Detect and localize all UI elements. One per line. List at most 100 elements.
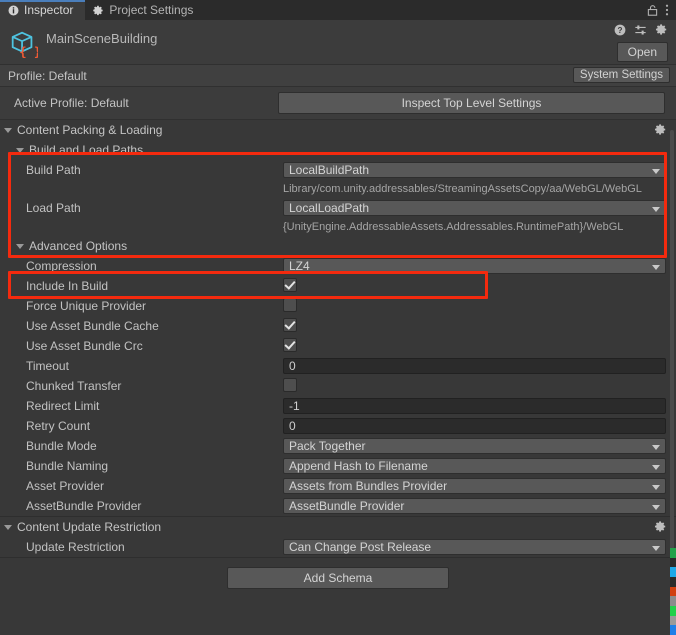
gear-icon[interactable] [655, 23, 668, 36]
bundle-naming-label: Bundle Naming [26, 459, 109, 473]
chevron-down-icon [4, 127, 12, 133]
bundle-mode-label: Bundle Mode [26, 439, 97, 453]
vertical-scrollbar[interactable] [670, 130, 674, 600]
use-asset-bundle-crc-field [283, 338, 666, 354]
content-packing-title: Content Packing & Loading [17, 123, 163, 137]
retry-count-input[interactable]: 0 [283, 418, 666, 434]
update-restriction-label: Update Restriction [26, 540, 125, 554]
lock-icon[interactable] [647, 4, 658, 16]
assetbundle-provider-label: AssetBundle Provider [26, 499, 142, 513]
profile-label: Profile: Default [8, 68, 87, 83]
update-restriction-field: Can Change Post Release [283, 539, 666, 555]
gear-icon[interactable] [654, 520, 667, 533]
row-asset-provider: Asset Provider Assets from Bundles Provid… [0, 476, 676, 496]
build-path-resolved: Library/com.unity.addressables/Streaming… [0, 180, 676, 198]
edge-color-segment [670, 548, 676, 558]
edge-color-segment [670, 586, 676, 597]
window-controls [647, 0, 676, 20]
edge-color-segment [670, 567, 676, 577]
foldout-build-and-load-paths[interactable]: Build and Load Paths [0, 140, 676, 160]
timeout-label: Timeout [26, 359, 69, 373]
include-in-build-field [283, 278, 666, 294]
svg-text:?: ? [618, 26, 623, 35]
info-icon [8, 5, 19, 16]
tab-inspector[interactable]: Inspector [0, 0, 86, 20]
help-icon[interactable]: ? [614, 24, 626, 36]
force-unique-provider-label: Force Unique Provider [26, 299, 147, 313]
bundle-naming-dropdown[interactable]: Append Hash to Filename [283, 458, 666, 474]
row-build-path: Build Path LocalBuildPath [0, 160, 676, 180]
force-unique-provider-checkbox[interactable] [283, 298, 297, 312]
retry-count-label: Retry Count [26, 419, 91, 433]
chevron-down-icon [16, 147, 24, 153]
inspector-window: Inspector Project Settings {MainSceneBu… [0, 0, 676, 635]
tab-project-settings-label: Project Settings [109, 3, 194, 17]
tab-project-settings[interactable]: Project Settings [85, 0, 206, 20]
redirect-limit-input[interactable]: -1 [283, 398, 666, 414]
asset-provider-dropdown[interactable]: Assets from Bundles Provider [283, 478, 666, 494]
assetbundle-provider-field: AssetBundle Provider [283, 498, 666, 514]
advanced-options-title: Advanced Options [29, 239, 128, 253]
gear-icon [93, 5, 104, 16]
chevron-down-icon [652, 485, 660, 490]
include-in-build-label: Include In Build [26, 279, 109, 293]
edge-color-segment [670, 596, 676, 606]
chevron-down-icon [652, 505, 660, 510]
assetbundle-provider-value: AssetBundle Provider [289, 499, 405, 513]
build-path-label: Build Path [26, 163, 81, 177]
use-asset-bundle-cache-checkbox[interactable] [283, 318, 297, 332]
chunked-transfer-checkbox[interactable] [283, 378, 297, 392]
row-timeout: Timeout 0 [0, 356, 676, 376]
system-settings-button[interactable]: System Settings [572, 67, 670, 83]
bundle-naming-field: Append Hash to Filename [283, 458, 666, 474]
open-button[interactable]: Open [616, 42, 668, 62]
chunked-transfer-field [283, 378, 666, 394]
timeout-input[interactable]: 0 [283, 358, 666, 374]
foldout-advanced-options[interactable]: Advanced Options [0, 236, 676, 256]
foldout-content-update-restriction[interactable]: Content Update Restriction [0, 517, 676, 537]
row-use-asset-bundle-crc: Use Asset Bundle Crc [0, 336, 676, 356]
addressable-group-cube-icon: { } [8, 28, 38, 58]
row-use-asset-bundle-cache: Use Asset Bundle Cache [0, 316, 676, 336]
compression-field: LZ4 [283, 258, 666, 274]
chevron-down-icon [652, 445, 660, 450]
bundle-naming-value: Append Hash to Filename [289, 459, 428, 473]
edge-color-segment [670, 625, 676, 635]
chevron-down-icon [652, 465, 660, 470]
load-path-field: LocalLoadPath [283, 200, 666, 216]
preset-sliders-icon[interactable] [634, 24, 647, 36]
bundle-mode-dropdown[interactable]: Pack Together [283, 438, 666, 454]
edge-color-segment [670, 576, 676, 587]
kebab-menu-icon[interactable] [665, 4, 669, 16]
add-schema-button[interactable]: Add Schema [227, 567, 449, 589]
chevron-down-icon [652, 546, 660, 551]
load-path-label: Load Path [26, 201, 81, 215]
row-retry-count: Retry Count 0 [0, 416, 676, 436]
build-path-field: LocalBuildPath [283, 162, 666, 178]
active-profile-row: Active Profile: Default Inspect Top Leve… [0, 87, 676, 120]
row-load-path: Load Path LocalLoadPath [0, 198, 676, 218]
build-path-value: LocalBuildPath [289, 163, 370, 177]
redirect-limit-field: -1 [283, 398, 666, 414]
update-restriction-dropdown[interactable]: Can Change Post Release [283, 539, 666, 555]
retry-count-field: 0 [283, 418, 666, 434]
compression-dropdown[interactable]: LZ4 [283, 258, 666, 274]
chevron-down-icon [4, 524, 12, 530]
use-asset-bundle-crc-checkbox[interactable] [283, 338, 297, 352]
foldout-content-packing-and-loading[interactable]: Content Packing & Loading [0, 120, 676, 140]
chunked-transfer-label: Chunked Transfer [26, 379, 122, 393]
chevron-down-icon [652, 265, 660, 270]
chevron-down-icon [652, 169, 660, 174]
include-in-build-checkbox[interactable] [283, 278, 297, 292]
assetbundle-provider-dropdown[interactable]: AssetBundle Provider [283, 498, 666, 514]
window-edge-color-strip [670, 548, 676, 635]
compression-value: LZ4 [289, 259, 310, 273]
timeout-field: 0 [283, 358, 666, 374]
row-force-unique-provider: Force Unique Provider [0, 296, 676, 316]
inspect-top-level-settings-button[interactable]: Inspect Top Level Settings [278, 92, 665, 114]
gear-icon[interactable] [654, 123, 667, 136]
load-path-resolved: {UnityEngine.AddressableAssets.Addressab… [0, 218, 676, 236]
chevron-down-icon [16, 243, 24, 249]
load-path-dropdown[interactable]: LocalLoadPath [283, 200, 666, 216]
build-path-dropdown[interactable]: LocalBuildPath [283, 162, 666, 178]
